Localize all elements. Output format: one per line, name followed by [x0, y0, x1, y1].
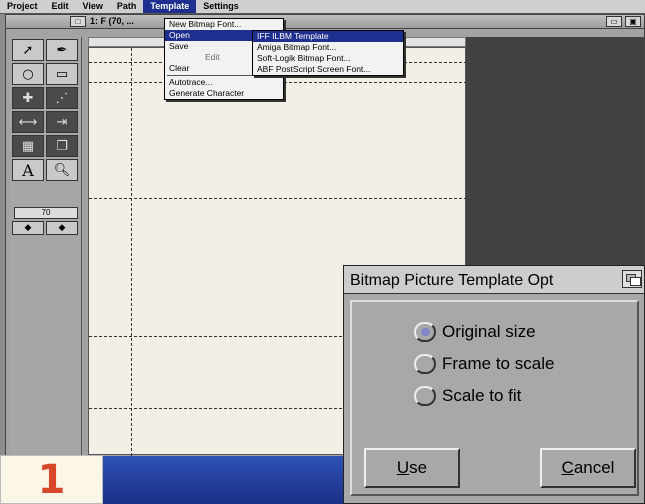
step-number: 1 [37, 456, 66, 503]
pages-tool-icon[interactable]: ❐ [46, 135, 78, 157]
text-tool-icon[interactable]: A [12, 159, 44, 181]
add-point-tool-icon[interactable]: ✚ [12, 87, 44, 109]
submenu-item-amiga-bitmap-font[interactable]: Amiga Bitmap Font... [253, 42, 403, 53]
window-title: 1: F (70, ... [90, 16, 135, 26]
depth-gadget-icon[interactable]: ▭ [606, 16, 622, 27]
option-label: Original size [442, 322, 536, 341]
dialog-title: Bitmap Picture Template Opt [350, 272, 554, 289]
cancel-button-label: ancel [573, 458, 615, 477]
radio-button[interactable] [414, 354, 436, 374]
cancel-button-mnemonic: C [561, 458, 574, 477]
menu-edit[interactable]: Edit [45, 0, 76, 13]
depth-gadget-icon[interactable] [622, 270, 642, 288]
ellipse-tool-icon[interactable]: ○ [12, 63, 44, 85]
magnify-tool-icon[interactable]: 🔍︎ [46, 159, 78, 181]
pen-tool-icon[interactable]: ✒ [46, 39, 78, 61]
step-number-badge: 1 [0, 455, 103, 504]
menu-item-new-bitmap-font[interactable]: New Bitmap Font... [165, 19, 283, 30]
option-original-size[interactable]: Original size [414, 322, 536, 342]
dialog-body: Original size Frame to scale Scale to fi… [350, 300, 639, 496]
arrow-tool-icon[interactable]: ➚ [12, 39, 44, 61]
grid-tool-icon[interactable]: ▦ [12, 135, 44, 157]
submenu-item-soft-logik-bitmap-font[interactable]: Soft-Logik Bitmap Font... [253, 53, 403, 64]
cancel-button[interactable]: Cancel [540, 448, 636, 488]
join-points-tool-icon[interactable]: ⋰ [46, 87, 78, 109]
curve-point-tool-icon[interactable]: ⟷ [12, 111, 44, 133]
menu-view[interactable]: View [76, 0, 110, 13]
option-scale-to-fit[interactable]: Scale to fit [414, 386, 521, 406]
menu-item-generate-character[interactable]: Generate Character [165, 88, 283, 99]
radio-button[interactable] [414, 386, 436, 406]
menu-project[interactable]: Project [0, 0, 45, 13]
menu-bar: Project Edit View Path Template Settings [0, 0, 645, 14]
option-label: Scale to fit [442, 386, 522, 405]
use-button-mnemonic: U [396, 458, 410, 477]
menu-item-autotrace[interactable]: Autotrace... [165, 77, 283, 88]
open-submenu: IFF ILBM Template Amiga Bitmap Font... S… [252, 30, 404, 76]
corner-point-tool-icon[interactable]: ⇥ [46, 111, 78, 133]
next-arrow-icon[interactable]: ◆ [46, 221, 78, 235]
guide-line [89, 198, 467, 199]
zoom-level-field[interactable]: 70 [14, 207, 78, 219]
previous-arrow-icon[interactable]: ◆ [12, 221, 44, 235]
window-titlebar[interactable]: □ 1: F (70, ... ▭ ▣ [6, 15, 644, 29]
guide-line [131, 48, 132, 456]
menu-path[interactable]: Path [110, 0, 144, 13]
dialog-titlebar[interactable]: Bitmap Picture Template Opt [344, 266, 644, 294]
close-gadget-icon[interactable]: □ [70, 16, 86, 27]
submenu-item-iff-ilbm-template[interactable]: IFF ILBM Template [253, 31, 403, 42]
rectangle-tool-icon[interactable]: ▭ [46, 63, 78, 85]
submenu-item-abf-postscript-font[interactable]: ABF PostScript Screen Font... [253, 64, 403, 75]
menu-template[interactable]: Template [143, 0, 197, 13]
menu-settings[interactable]: Settings [196, 0, 246, 13]
toolbox: ➚ ✒ ○ ▭ ✚ ⋰ ⟷ ⇥ ▦ ❐ A 🔍︎ 70 ◆ ◆ [10, 37, 82, 467]
screen-bottom-bar [90, 456, 344, 504]
use-button-label: se [409, 458, 428, 477]
bitmap-template-options-dialog: Bitmap Picture Template Opt Original siz… [343, 265, 645, 504]
radio-button-selected[interactable] [414, 322, 436, 342]
zoom-gadget-icon[interactable]: ▣ [625, 16, 641, 27]
use-button[interactable]: Use [364, 448, 460, 488]
option-frame-to-scale[interactable]: Frame to scale [414, 354, 554, 374]
option-label: Frame to scale [442, 354, 555, 373]
